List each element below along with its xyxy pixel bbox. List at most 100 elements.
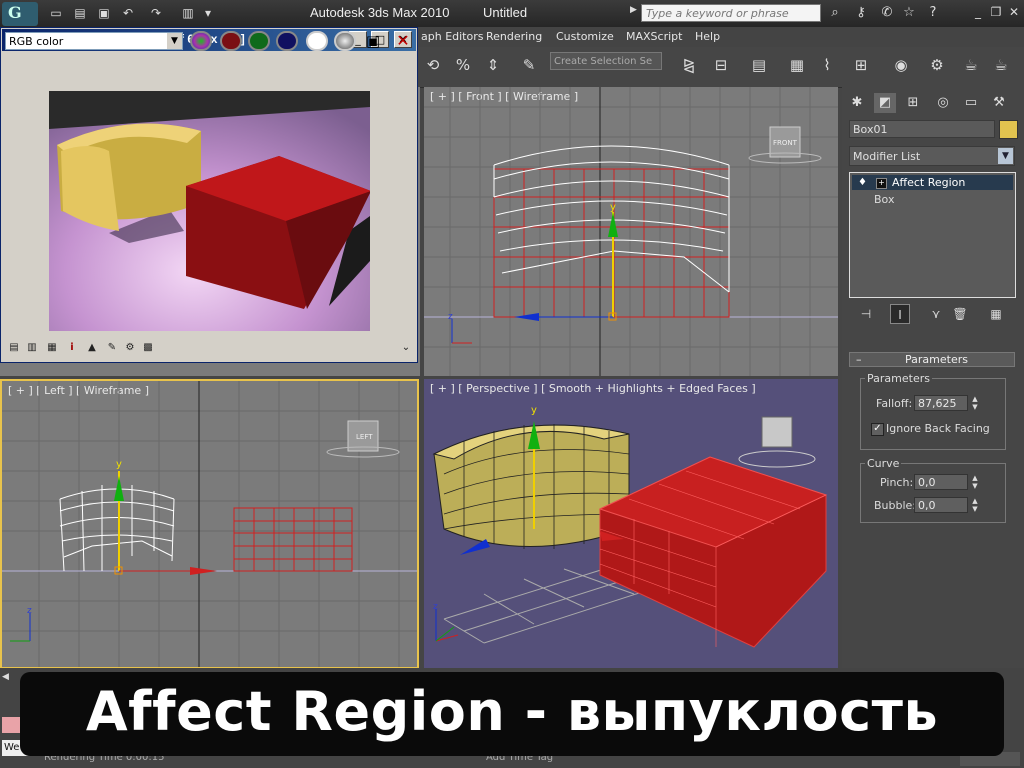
chevron-down-icon[interactable]: ▼: [998, 148, 1013, 164]
ignore-back-facing-checkbox[interactable]: ✓: [871, 423, 884, 436]
configure-modifier-sets-icon[interactable]: ▦: [986, 304, 1006, 324]
layer-manager-icon[interactable]: ▤: [746, 50, 772, 80]
stack-item-affect-region[interactable]: ♦ + Affect Region: [852, 175, 1013, 190]
vray-save-icon[interactable]: ▣: [364, 32, 382, 50]
menu-maxscript[interactable]: MAXScript: [626, 30, 682, 43]
new-file-icon[interactable]: ▭: [48, 5, 64, 21]
hierarchy-tab-icon[interactable]: ⊞: [902, 93, 924, 113]
collapse-minus-icon[interactable]: –: [856, 353, 862, 367]
front-viewport[interactable]: [ + ] [ Front ] [ Wireframe ] y FRONT z: [424, 87, 838, 376]
modify-tab-icon[interactable]: ◩: [874, 93, 896, 113]
left-axis-triad-label: z: [27, 606, 32, 616]
binoculars-icon[interactable]: ⌕: [826, 4, 844, 22]
vray-compare-icon[interactable]: ✎: [105, 341, 119, 355]
vray-expand-icon[interactable]: ⌄: [399, 341, 413, 355]
spinner-snap-icon[interactable]: ⇕: [480, 50, 506, 80]
vray-alpha-channel-icon[interactable]: [306, 31, 328, 51]
parameters-rollout-header[interactable]: – Parameters: [849, 352, 1015, 367]
expand-plus-icon[interactable]: +: [876, 178, 887, 189]
pinch-spinner-arrows[interactable]: ▲ ▼: [970, 474, 980, 490]
caption-text: Affect Region - выпуклость: [85, 680, 939, 743]
menu-help[interactable]: Help: [695, 30, 720, 43]
utilities-tab-icon[interactable]: ⚒: [988, 93, 1010, 113]
pin-stack-icon[interactable]: ⊣: [856, 304, 876, 324]
app-logo[interactable]: G: [2, 2, 38, 26]
falloff-spinner-input[interactable]: 87,625: [914, 395, 968, 411]
curve-editor-icon[interactable]: ⌇: [814, 50, 840, 80]
bubble-spinner-input[interactable]: 0,0: [914, 497, 968, 513]
minimize-icon[interactable]: _: [970, 4, 986, 20]
vray-render-image: [49, 91, 370, 331]
create-tab-icon[interactable]: ✱: [846, 93, 868, 113]
display-tab-icon[interactable]: ▭: [960, 93, 982, 113]
close-icon[interactable]: ✕: [1006, 4, 1022, 20]
modifier-list-dropdown[interactable]: Modifier List ▼: [849, 146, 1015, 166]
show-end-result-icon[interactable]: I: [890, 304, 910, 324]
falloff-spinner-arrows[interactable]: ▲ ▼: [970, 395, 980, 411]
undo-icon[interactable]: ↶: [120, 5, 136, 21]
parameters-group: [860, 378, 1006, 450]
quick-access-dropdown-icon[interactable]: ▾: [200, 5, 216, 21]
stack-item-box[interactable]: Box: [874, 193, 894, 206]
menu-graph-editors[interactable]: aph Editors: [421, 30, 483, 43]
motion-tab-icon[interactable]: ◎: [932, 93, 954, 113]
maxscript-listener-pink-field[interactable]: [2, 717, 20, 733]
lightbulb-icon[interactable]: ♦: [858, 175, 867, 190]
front-gizmo-arrow: [608, 212, 618, 237]
named-selection-edit-icon[interactable]: ✎: [516, 50, 542, 80]
open-folder-icon[interactable]: ▤: [72, 5, 88, 21]
vray-lut-icon[interactable]: ▩: [141, 341, 155, 355]
time-slider-left-icon[interactable]: ◀: [2, 672, 16, 686]
vray-info-icon[interactable]: i: [65, 341, 79, 355]
chevron-down-icon[interactable]: ▼: [167, 33, 182, 49]
persp-viewcube[interactable]: [761, 416, 793, 448]
remove-modifier-icon[interactable]: 🗑: [950, 304, 970, 324]
favorites-star-icon[interactable]: ☆: [900, 4, 918, 22]
redo-icon[interactable]: ↷: [148, 5, 164, 21]
perspective-viewport[interactable]: [ + ] [ Perspective ] [ Smooth + Highlig…: [424, 379, 838, 669]
front-gizmo-z-arrow: [514, 313, 539, 321]
subscription-key-icon[interactable]: ⚷: [852, 4, 870, 22]
vray-clear-icon[interactable]: ✕: [394, 32, 412, 50]
vray-channel-select[interactable]: RGB color ▼: [5, 32, 183, 50]
search-input[interactable]: Type a keyword or phrase: [641, 4, 821, 22]
communication-center-icon[interactable]: ✆: [878, 4, 896, 22]
save-icon[interactable]: ▣: [96, 5, 112, 21]
vray-color-corrections-icon[interactable]: ▥: [25, 341, 39, 355]
percent-snap-icon[interactable]: %: [450, 50, 476, 80]
project-folder-icon[interactable]: ▥: [180, 5, 196, 21]
vray-blue-channel-icon[interactable]: [276, 31, 298, 51]
left-viewport[interactable]: [ + ] [ Left ] [ Wireframe ] y LEFT z: [0, 379, 419, 669]
parameters-group-title: Parameters: [865, 372, 932, 385]
vray-monochrome-icon[interactable]: [334, 31, 356, 51]
menu-customize[interactable]: Customize: [556, 30, 614, 43]
modifier-stack[interactable]: ♦ + Affect Region Box: [849, 172, 1016, 298]
align-icon[interactable]: ⊟: [708, 50, 734, 80]
vray-levels-icon[interactable]: ▦: [45, 341, 59, 355]
vray-red-channel-icon[interactable]: [220, 31, 242, 51]
vray-green-channel-icon[interactable]: [248, 31, 270, 51]
app-logo-glyph: G: [8, 3, 22, 22]
graphite-tools-icon[interactable]: ▦: [784, 50, 810, 80]
schematic-view-icon[interactable]: ⊞: [848, 50, 874, 80]
search-expand-icon[interactable]: ▶: [630, 5, 640, 23]
menu-rendering[interactable]: Rendering: [486, 30, 542, 43]
object-name-field[interactable]: Box01: [849, 120, 995, 138]
help-icon[interactable]: ?: [924, 4, 942, 22]
vray-settings-icon[interactable]: ⚙: [123, 341, 137, 355]
vray-color-channels-icon[interactable]: [190, 31, 212, 51]
vray-history-icon[interactable]: ▤: [7, 341, 21, 355]
named-selection-set-field[interactable]: Create Selection Se: [550, 52, 662, 70]
render-production-icon[interactable]: ☕: [988, 50, 1014, 80]
material-editor-icon[interactable]: ◉: [888, 50, 914, 80]
restore-icon[interactable]: ❐: [988, 4, 1004, 20]
bubble-spinner-arrows[interactable]: ▲ ▼: [970, 497, 980, 513]
make-unique-icon[interactable]: ⋎: [926, 304, 946, 324]
vray-lens-effects-icon[interactable]: ▲: [85, 341, 99, 355]
render-setup-icon[interactable]: ⚙: [924, 50, 950, 80]
mirror-icon[interactable]: ⧎: [676, 50, 702, 80]
rendered-frame-window-icon[interactable]: ☕: [958, 50, 984, 80]
object-color-swatch[interactable]: [999, 120, 1018, 139]
pinch-spinner-input[interactable]: 0,0: [914, 474, 968, 490]
select-and-manipulate-icon[interactable]: ⟲: [420, 50, 446, 80]
